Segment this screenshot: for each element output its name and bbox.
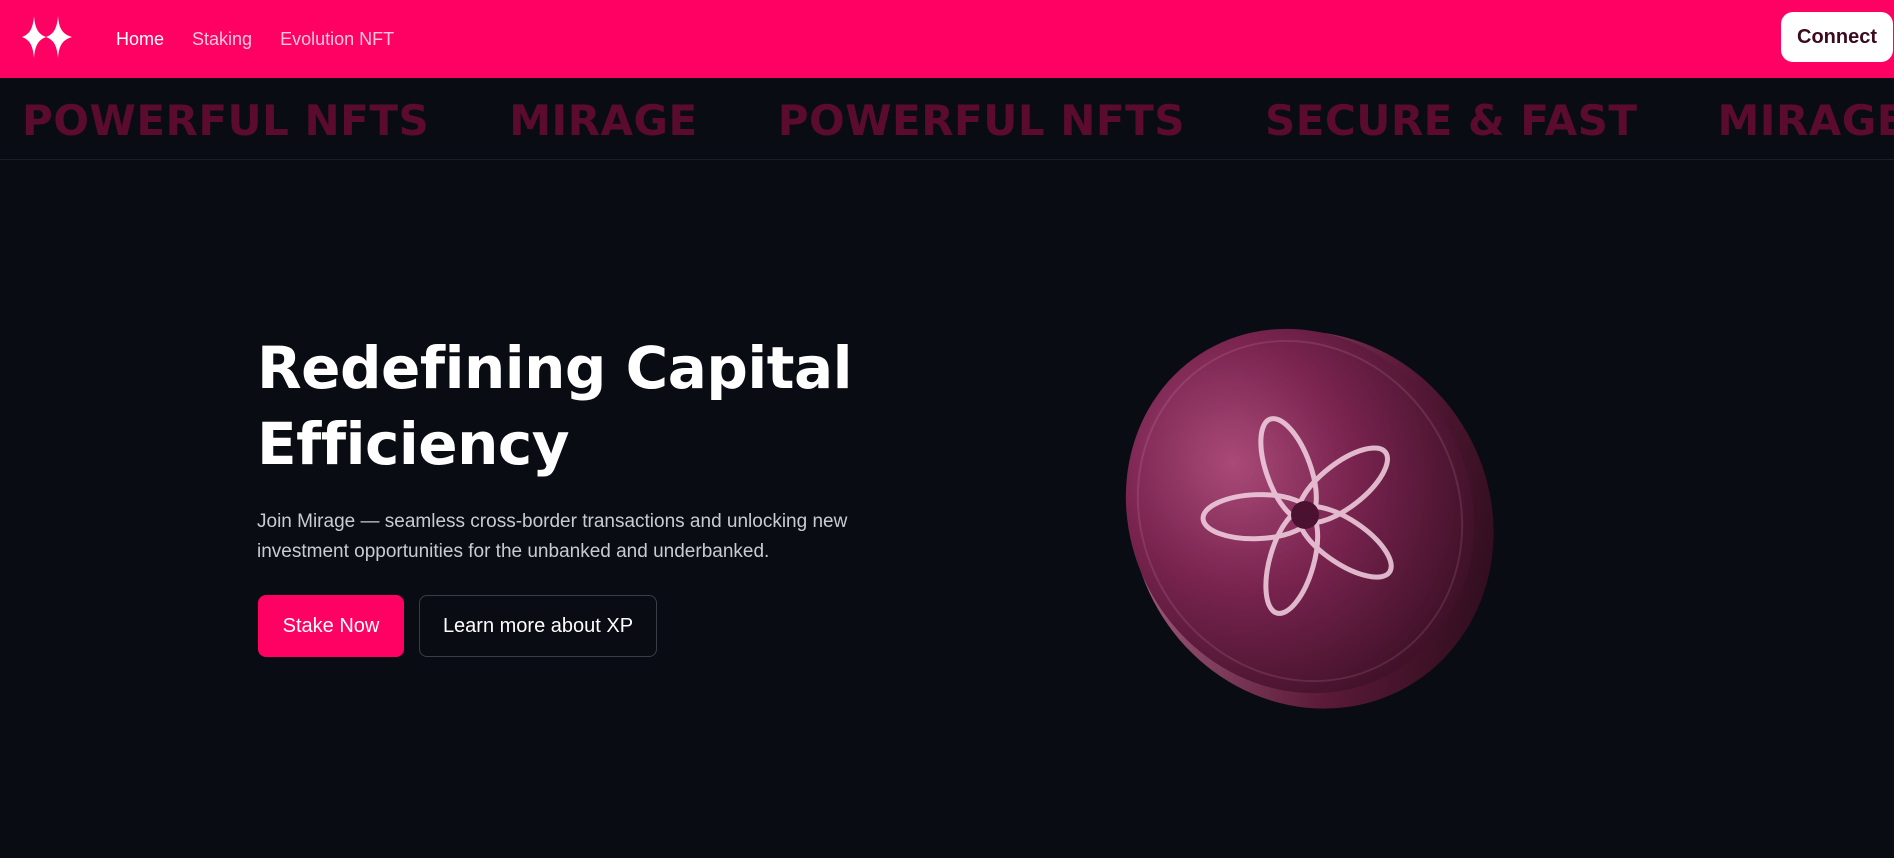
mirage-star-logo-icon[interactable]	[20, 14, 74, 60]
marquee-track: POWERFUL NFTS MIRAGE POWERFUL NFTS SECUR…	[22, 96, 1894, 145]
nav-link-home[interactable]: Home	[116, 29, 164, 50]
hero-title: Redefining Capital Efficiency	[257, 334, 853, 478]
marquee-item: MIRAGE	[1717, 96, 1894, 145]
marquee-item: POWERFUL NFTS	[777, 96, 1185, 145]
marquee-item: MIRAGE	[509, 96, 698, 145]
learn-more-xp-button[interactable]: Learn more about XP	[419, 595, 657, 657]
hero-description: Join Mirage — seamless cross-border tran…	[257, 511, 848, 562]
marquee-banner: POWERFUL NFTS MIRAGE POWERFUL NFTS SECUR…	[0, 78, 1894, 160]
flower-coin-icon	[1125, 328, 1494, 709]
main-nav: Home Staking Evolution NFT	[116, 0, 422, 78]
marquee-item: SECURE & FAST	[1264, 96, 1638, 145]
marquee-item: POWERFUL NFTS	[22, 96, 430, 145]
top-navbar: Home Staking Evolution NFT Connect	[0, 0, 1894, 78]
stake-now-button[interactable]: Stake Now	[258, 595, 404, 657]
connect-button[interactable]: Connect	[1781, 12, 1893, 62]
nav-link-staking[interactable]: Staking	[192, 29, 252, 50]
nav-link-evolution-nft[interactable]: Evolution NFT	[280, 29, 394, 50]
